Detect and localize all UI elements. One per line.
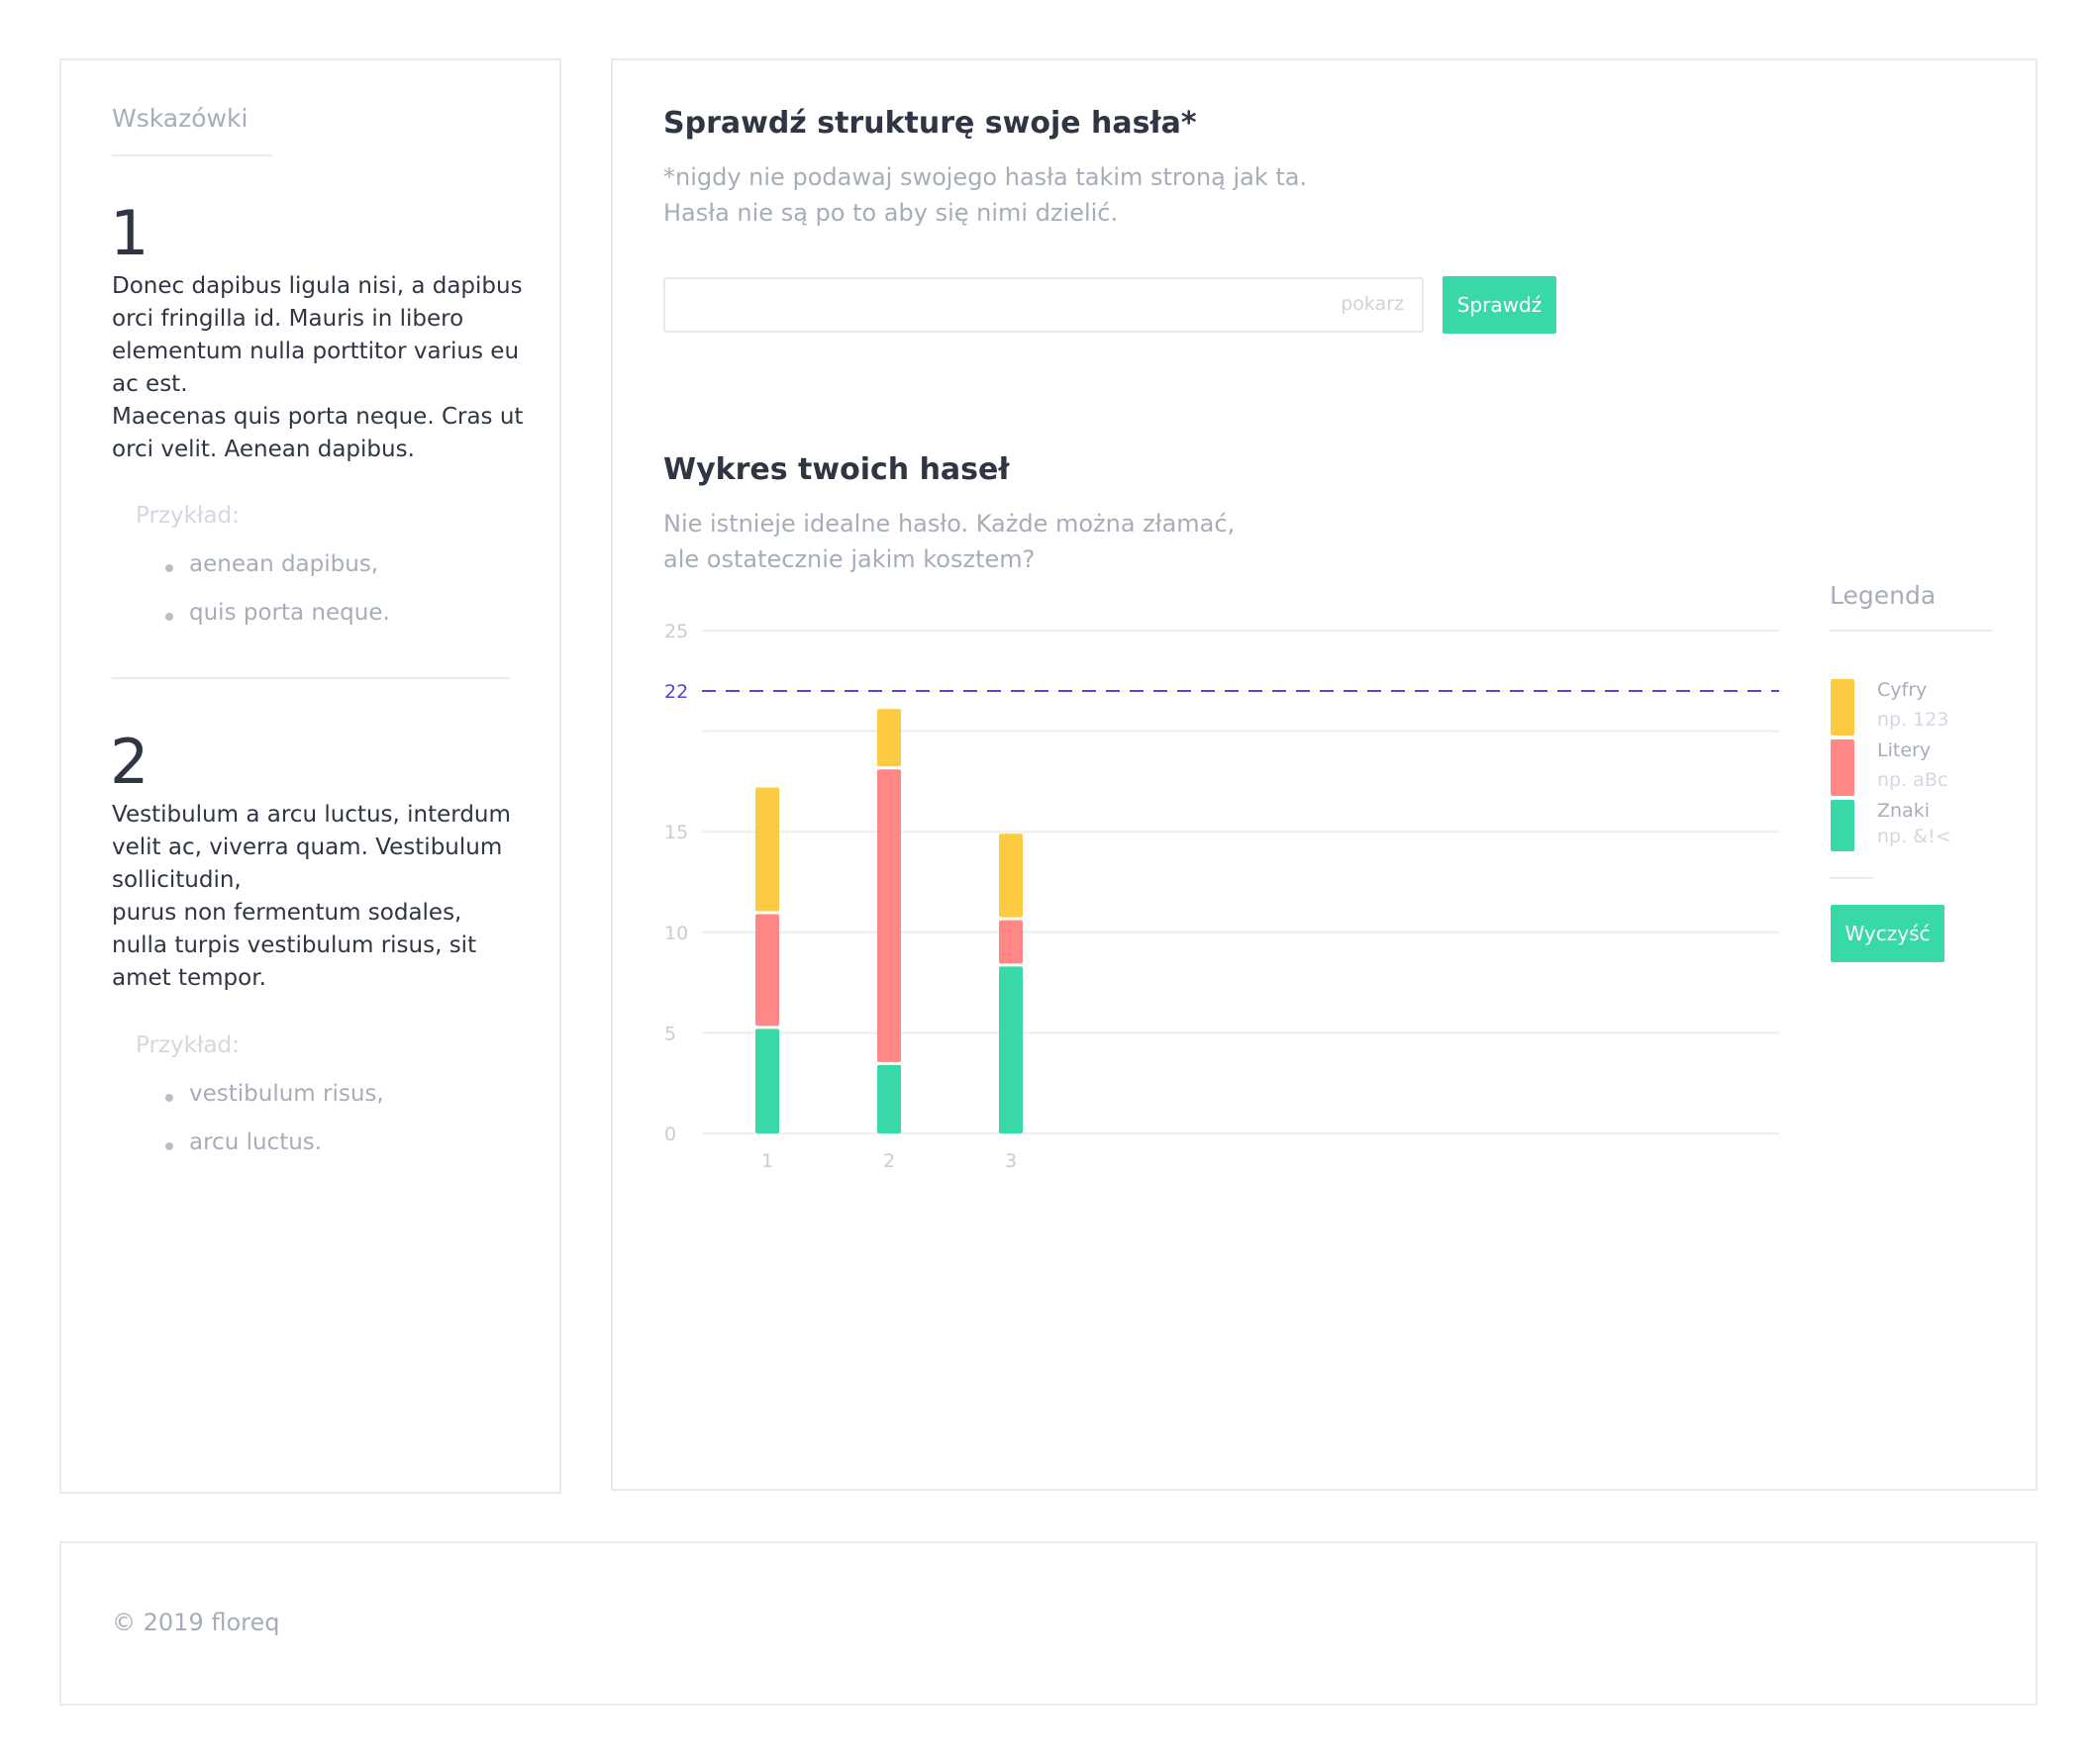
legend-title: Legenda	[1830, 581, 1937, 610]
y-tick-label: 0	[664, 1124, 676, 1145]
tip-text-line: amet tempor.	[112, 965, 266, 991]
bar-segment-litery	[877, 769, 901, 1062]
y-tick-label: 22	[664, 681, 688, 703]
footer: © 2019 floreq	[59, 1541, 2038, 1706]
bar-segment-znaki	[999, 966, 1023, 1133]
tip-text-line: Vestibulum a arcu luctus, interdum	[112, 802, 511, 828]
bar-segment-znaki	[755, 1029, 779, 1133]
clear-button[interactable]: Wyczyść	[1831, 905, 1944, 962]
legend-example: np. aBc	[1877, 769, 1948, 791]
tip-number: 2	[110, 726, 149, 798]
tip-text-line: nulla turpis vestibulum risus, sit	[112, 932, 477, 958]
tip-text-line: orci velit. Aenean dapibus.	[112, 437, 415, 462]
example-label: Przykład:	[136, 503, 240, 529]
example-item: arcu luctus.	[164, 1129, 323, 1155]
legend-swatch-digits	[1831, 679, 1854, 735]
bar-segment-litery	[755, 914, 779, 1027]
sidebar-title: Wskazówki	[112, 104, 249, 133]
y-tick-label: 15	[664, 822, 688, 843]
y-tick-label: 5	[664, 1023, 676, 1044]
tip-number: 1	[110, 197, 149, 269]
legend-bottom-divider	[1830, 877, 1873, 879]
footer-copyright: © 2019 floreq	[112, 1609, 280, 1636]
sidebar-title-underline	[112, 154, 272, 156]
legend-name: Litery	[1877, 739, 1932, 761]
example-item: aenean dapibus,	[164, 551, 379, 577]
bar-segment-cyfry	[755, 787, 779, 912]
example-label: Przykład:	[136, 1032, 240, 1058]
legend-swatch-symbols	[1831, 800, 1854, 851]
tip-text-line: purus non fermentum sodales,	[112, 900, 462, 926]
tip-text-line: ac est.	[112, 371, 188, 397]
legend-name: Znaki	[1877, 800, 1930, 822]
legend-name: Cyfry	[1877, 679, 1928, 701]
legend-example: np. &!<	[1877, 826, 1951, 847]
bar-segment-cyfry	[999, 833, 1023, 918]
legend-divider	[1830, 630, 1992, 632]
legend-swatch-letters	[1831, 739, 1854, 796]
x-tick-label: 1	[761, 1150, 773, 1172]
bar-segment-litery	[999, 920, 1023, 964]
tip-text-line: elementum nulla porttitor varius eu	[112, 339, 520, 364]
tip-text: Donec dapibus ligula nisi, a dapibus orc…	[112, 270, 528, 466]
main-panel: Sprawdź strukturę swoje hasła* *nigdy ni…	[611, 58, 2038, 1491]
tip-text-line: orci fringilla id. Mauris in libero	[112, 306, 464, 332]
legend-example: np. 123	[1877, 709, 1949, 731]
tips-sidebar: Wskazówki 1 Donec dapibus ligula nisi, a…	[59, 58, 561, 1494]
bar-segment-znaki	[877, 1064, 901, 1133]
tip-text-line: Maecenas quis porta neque. Cras ut	[112, 404, 524, 430]
tips-divider	[112, 677, 510, 679]
y-tick-label: 25	[664, 621, 688, 642]
tip-text-line: velit ac, viverra quam. Vestibulum	[112, 834, 503, 860]
tip-text-line: Donec dapibus ligula nisi, a dapibus	[112, 273, 523, 299]
password-structure-chart: 0 5 10 15 22 25 1 2 3	[664, 621, 1779, 1172]
y-tick-label: 10	[664, 923, 688, 944]
x-tick-label: 3	[1005, 1150, 1017, 1172]
example-item: quis porta neque.	[165, 600, 390, 626]
tip-text-line: sollicitudin,	[112, 867, 242, 893]
bar-segment-cyfry	[877, 709, 901, 767]
example-item: vestibulum risus,	[165, 1081, 384, 1107]
tip-text: Vestibulum a arcu luctus, interdum velit…	[112, 799, 528, 995]
x-tick-label: 2	[883, 1150, 895, 1172]
